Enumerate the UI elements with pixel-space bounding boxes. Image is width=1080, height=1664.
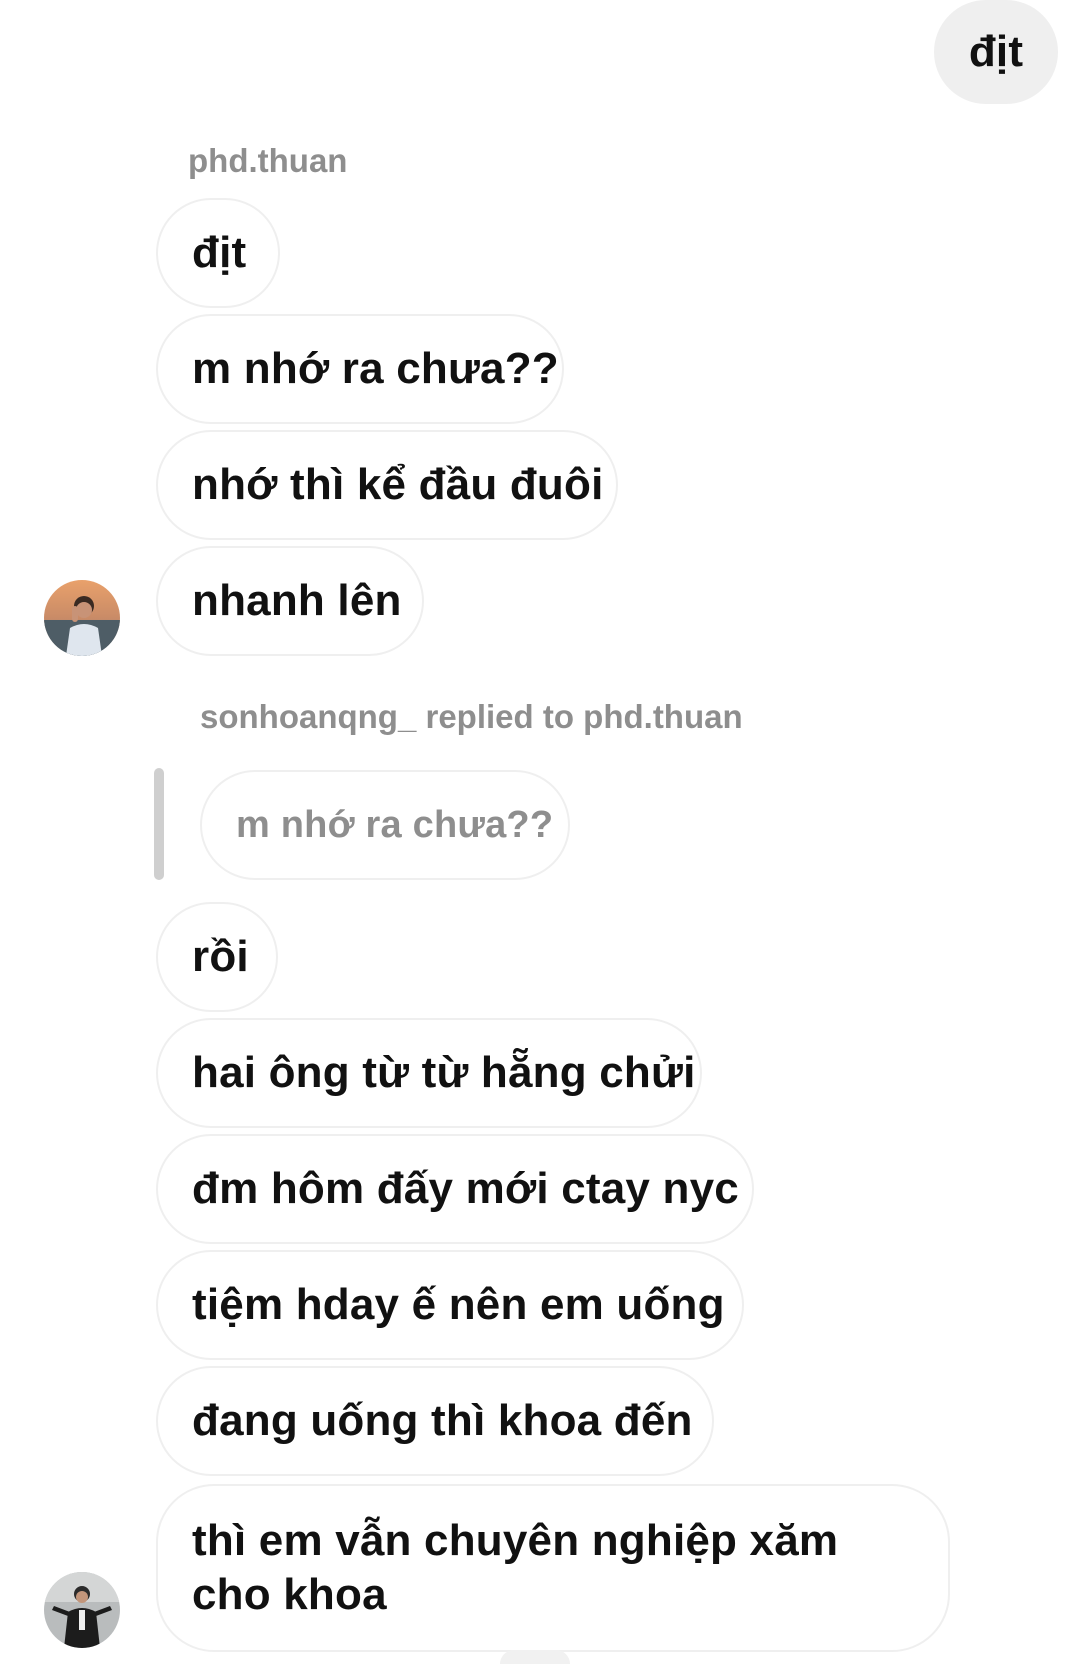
message-text: đang uống thì khoa đến (192, 1396, 693, 1445)
quoted-message-bubble[interactable]: m nhớ ra chưa?? (200, 770, 570, 880)
message-text: rồi (192, 932, 249, 981)
incoming-message-bubble[interactable]: rồi (156, 902, 278, 1012)
message-text: địt (192, 228, 247, 277)
quote-bar (154, 768, 164, 880)
sender-name: phd.thuan (188, 142, 348, 179)
avatar-photo-icon (44, 1572, 120, 1648)
message-text: nhanh lên (192, 576, 402, 625)
incoming-message-bubble[interactable]: đm hôm đấy mới ctay nyc (156, 1134, 754, 1244)
chat-thread: địt phd.thuan địt m nhớ ra chưa?? nhớ th… (0, 0, 1080, 1664)
avatar[interactable] (44, 580, 120, 656)
message-text: m nhớ ra chưa?? (192, 344, 559, 393)
message-text: tiệm hday ế nên em uống (192, 1280, 725, 1329)
message-text: thì em vẫn chuyên nghiệp xăm cho khoa (192, 1516, 839, 1619)
message-text: nhớ thì kể đầu đuôi (192, 460, 604, 509)
quoted-message-text: m nhớ ra chưa?? (236, 804, 554, 846)
incoming-message-bubble[interactable]: nhớ thì kể đầu đuôi (156, 430, 618, 540)
incoming-message-bubble[interactable]: hai ông từ từ hẵng chửi (156, 1018, 702, 1128)
outgoing-message-text: địt (968, 27, 1024, 76)
avatar-photo-icon (44, 580, 120, 656)
reaction-peek (500, 1650, 570, 1664)
incoming-message-bubble[interactable]: thì em vẫn chuyên nghiệp xăm cho khoa (156, 1484, 950, 1652)
message-text: đm hôm đấy mới ctay nyc (192, 1164, 739, 1213)
outgoing-message-bubble[interactable]: địt (934, 0, 1058, 104)
incoming-message-bubble[interactable]: nhanh lên (156, 546, 424, 656)
incoming-message-bubble[interactable]: địt (156, 198, 280, 308)
incoming-message-bubble[interactable]: m nhớ ra chưa?? (156, 314, 564, 424)
avatar[interactable] (44, 1572, 120, 1648)
message-text: hai ông từ từ hẵng chửi (192, 1048, 696, 1097)
reply-context-label: sonhoanqng_ replied to phd.thuan (200, 698, 743, 735)
incoming-message-bubble[interactable]: đang uống thì khoa đến (156, 1366, 714, 1476)
incoming-message-bubble[interactable]: tiệm hday ế nên em uống (156, 1250, 744, 1360)
